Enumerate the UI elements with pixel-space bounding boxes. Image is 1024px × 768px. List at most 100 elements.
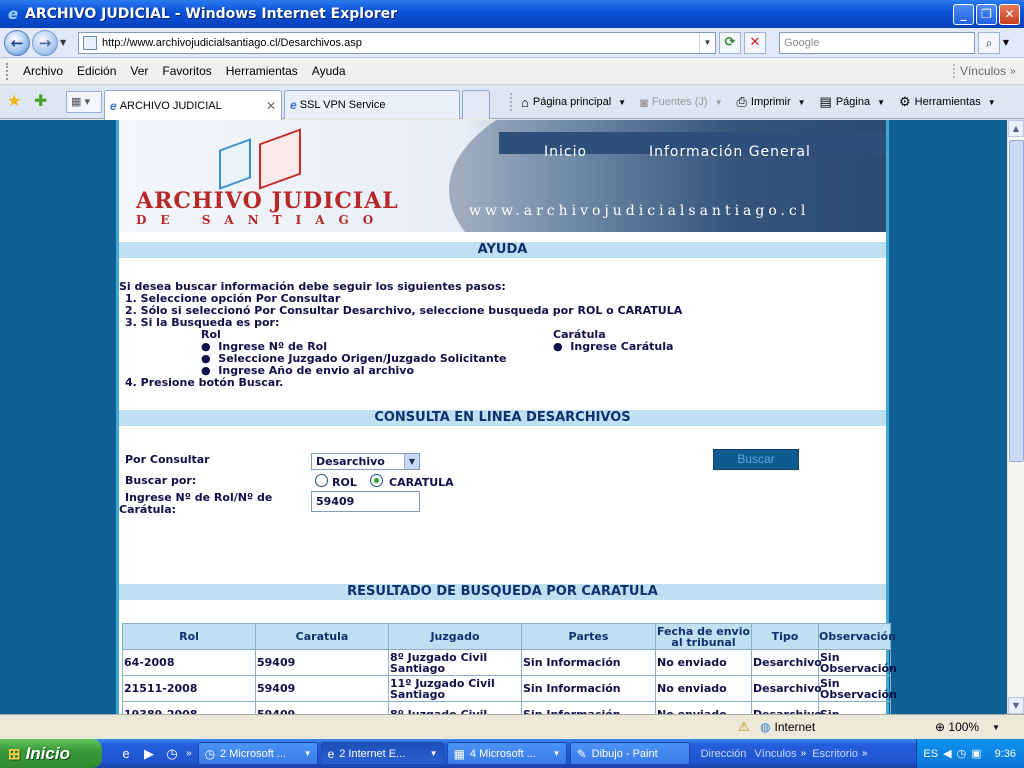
network-icon[interactable]: ▣ bbox=[971, 747, 981, 760]
chevron-right-icon[interactable]: » bbox=[186, 748, 192, 759]
help-heading: AYUDA bbox=[119, 242, 886, 258]
task-paint[interactable]: ✎ Dibujo - Paint bbox=[569, 742, 690, 765]
task-microsoft-1[interactable]: ◷ 2 Microsoft ... ▼ bbox=[197, 742, 318, 765]
scroll-thumb[interactable] bbox=[1009, 140, 1024, 462]
vertical-scrollbar[interactable]: ▲ ▼ bbox=[1007, 120, 1024, 714]
url-text[interactable]: http://www.archivojudicialsantiago.cl/De… bbox=[102, 37, 699, 49]
consultar-label: Por Consultar bbox=[125, 453, 210, 466]
toolbar-grip bbox=[6, 62, 10, 80]
scroll-down-icon[interactable]: ▼ bbox=[1008, 697, 1024, 714]
toolbar-escritorio[interactable]: Escritorio bbox=[812, 748, 858, 760]
back-button[interactable]: ← bbox=[4, 29, 30, 56]
task-microsoft-2[interactable]: ▦ 4 Microsoft ... ▼ bbox=[446, 742, 567, 765]
chevron-right-icon[interactable]: » bbox=[1010, 66, 1024, 77]
chevron-down-icon[interactable]: ▼ bbox=[715, 98, 723, 107]
chevron-right-icon[interactable]: » bbox=[801, 748, 807, 759]
task-internet-explorer[interactable]: e 2 Internet E... ▼ bbox=[320, 742, 444, 765]
ie-quicklaunch-icon[interactable]: e bbox=[116, 746, 136, 761]
page-button[interactable]: ▤ Página ▼ bbox=[820, 94, 885, 110]
new-tab-button[interactable] bbox=[462, 90, 490, 119]
menu-herramientas[interactable]: Herramientas bbox=[219, 64, 305, 78]
website-url: www.archivojudicialsantiago.cl bbox=[469, 203, 810, 219]
task-label: 2 Internet E... bbox=[339, 747, 406, 760]
search-icon[interactable]: ⌕ bbox=[978, 31, 1000, 54]
nav-link-inicio[interactable]: Inicio bbox=[544, 144, 587, 160]
chevron-down-icon[interactable]: ▼ bbox=[877, 98, 885, 107]
links-toolbar[interactable]: Vínculos bbox=[952, 64, 1010, 78]
tab-label: ARCHIVO JUDICIAL bbox=[119, 99, 222, 112]
menu-favoritos[interactable]: Favoritos bbox=[155, 64, 218, 78]
ie-page-icon: e bbox=[290, 98, 297, 112]
menu-bar: Archivo Edición Ver Favoritos Herramient… bbox=[0, 58, 1024, 85]
menu-ver[interactable]: Ver bbox=[123, 64, 155, 78]
favorites-star-icon[interactable]: ★ bbox=[7, 91, 21, 111]
history-dropdown-icon[interactable]: ▼ bbox=[60, 38, 72, 47]
home-icon: ⌂ bbox=[521, 94, 529, 110]
clock-app-icon[interactable]: ◷ bbox=[162, 746, 182, 762]
feeds-button[interactable]: ◙ Fuentes (J) ▼ bbox=[640, 95, 722, 110]
close-button[interactable]: ✕ bbox=[999, 3, 1020, 25]
radio-rol[interactable] bbox=[315, 474, 328, 487]
print-label: Imprimir bbox=[750, 96, 791, 108]
menu-ayuda[interactable]: Ayuda bbox=[305, 64, 353, 78]
address-dropdown-icon[interactable]: ▼ bbox=[699, 32, 715, 53]
consultar-select[interactable]: Desarchivo ▼ bbox=[311, 453, 420, 470]
scroll-up-icon[interactable]: ▲ bbox=[1008, 120, 1024, 137]
command-bar: ⌂ Página principal ▼ ◙ Fuentes (J) ▼ ⎙ I… bbox=[510, 93, 1010, 111]
start-label: Inicio bbox=[25, 743, 70, 763]
search-options-icon[interactable]: ▼ bbox=[1000, 38, 1012, 47]
page-icon bbox=[83, 35, 97, 50]
column-header: Fecha de envio al tribunal bbox=[655, 623, 752, 650]
menu-edicion[interactable]: Edición bbox=[70, 64, 123, 78]
caratula-item-text: Ingrese Carátula bbox=[570, 340, 674, 353]
chevron-down-icon[interactable]: ▼ bbox=[798, 98, 806, 107]
tray-clock-icon[interactable]: ◷ bbox=[957, 747, 967, 760]
chevron-down-icon[interactable]: ▼ bbox=[404, 454, 419, 469]
minimize-button[interactable]: _ bbox=[953, 3, 974, 25]
zoom-level[interactable]: ⊕ 100% bbox=[935, 720, 979, 734]
refresh-button[interactable]: ⟳ bbox=[719, 31, 741, 54]
print-button[interactable]: ⎙ Imprimir ▼ bbox=[736, 94, 805, 110]
cell-juzgado: 11º Juzgado Civil Santiago bbox=[388, 675, 522, 702]
buscar-por-label: Buscar por: bbox=[125, 474, 197, 487]
tab-ssl-vpn[interactable]: e SSL VPN Service bbox=[284, 90, 460, 119]
radio-caratula-label: CARATULA bbox=[389, 476, 454, 489]
rol-number-input[interactable]: 59409 bbox=[311, 491, 420, 512]
stop-button[interactable]: ✕ bbox=[744, 31, 766, 54]
radio-caratula[interactable] bbox=[370, 474, 383, 487]
menu-archivo[interactable]: Archivo bbox=[16, 64, 70, 78]
security-zone[interactable]: ◍ Internet bbox=[760, 720, 815, 734]
home-button[interactable]: ⌂ Página principal ▼ bbox=[521, 95, 626, 110]
page-content: ARCHIVO JUDICIAL DE SANTIAGO Inicio Info… bbox=[116, 120, 897, 714]
task-label: 2 Microsoft ... bbox=[220, 747, 287, 760]
start-button[interactable]: ⊞ Inicio bbox=[0, 739, 102, 768]
chevron-down-icon[interactable]: ▼ bbox=[618, 98, 626, 107]
system-tray: ES ◀ ◷ ▣ 9:36 bbox=[916, 739, 1024, 768]
quick-tabs-button[interactable]: ▦ ▾ bbox=[66, 91, 102, 113]
media-player-icon[interactable]: ▶ bbox=[139, 746, 159, 762]
nav-link-informacion[interactable]: Información General bbox=[649, 144, 811, 160]
address-field[interactable]: http://www.archivojudicialsantiago.cl/De… bbox=[78, 31, 716, 54]
language-indicator[interactable]: ES bbox=[923, 748, 938, 760]
search-input[interactable]: Google bbox=[779, 31, 975, 54]
chevron-down-icon[interactable]: ▼ bbox=[988, 98, 996, 107]
cell-rol: 21511-2008 bbox=[122, 675, 256, 702]
chevron-right-icon[interactable]: » bbox=[862, 748, 868, 759]
close-tab-icon[interactable]: ✕ bbox=[266, 99, 276, 113]
cell-partes: Sin Información bbox=[521, 675, 656, 702]
cell-partes: Sin Información bbox=[521, 701, 656, 714]
buscar-button[interactable]: Buscar bbox=[713, 449, 799, 470]
cell-fecha: No enviado bbox=[655, 675, 752, 702]
forward-button[interactable]: → bbox=[32, 29, 58, 56]
toolbar-direccion[interactable]: Dirección bbox=[701, 748, 747, 760]
cell-partes: Sin Información bbox=[521, 649, 656, 676]
chevron-down-icon[interactable]: ▼ bbox=[992, 723, 1000, 732]
maximize-button[interactable]: ❐ bbox=[976, 3, 997, 25]
cell-observacion: Sin Observación bbox=[818, 649, 897, 676]
tray-app-icon[interactable]: ◀ bbox=[943, 747, 951, 760]
toolbar-vinculos[interactable]: Vínculos bbox=[754, 748, 796, 760]
add-favorite-icon[interactable]: ✚ bbox=[34, 91, 47, 111]
tools-button[interactable]: ⚙ Herramientas ▼ bbox=[899, 94, 996, 110]
tab-archivo-judicial[interactable]: e ARCHIVO JUDICIAL ✕ bbox=[104, 90, 282, 120]
protected-mode-icon[interactable]: ⚠ bbox=[738, 719, 750, 735]
